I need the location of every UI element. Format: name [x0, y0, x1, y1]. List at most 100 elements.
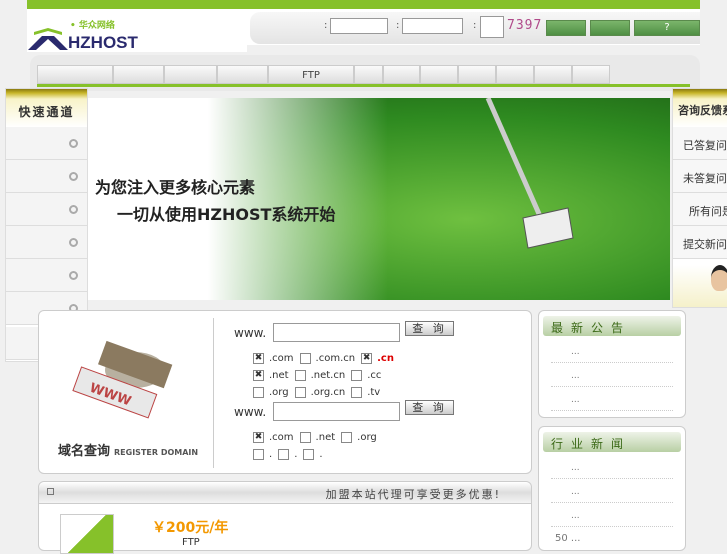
tld-checkbox[interactable]: ✖: [361, 352, 373, 364]
tld-label: .: [319, 448, 323, 460]
notice-item[interactable]: ...: [551, 387, 673, 411]
news-item[interactable]: ...: [551, 455, 673, 479]
promo-price: ￥200元/年: [152, 520, 229, 536]
circle-icon: [69, 271, 78, 280]
tld-checkbox[interactable]: ✖: [253, 352, 264, 364]
tld-checkbox[interactable]: [253, 386, 264, 398]
quick-link[interactable]: [6, 259, 87, 292]
nav-item[interactable]: [164, 65, 217, 84]
nav-item[interactable]: [496, 65, 534, 84]
login-button[interactable]: [546, 20, 586, 36]
tld-checkbox[interactable]: [294, 386, 306, 398]
banner-line2: 一切从使用HZHOST系统开始: [117, 205, 336, 224]
banner[interactable]: [88, 98, 670, 300]
nav-item[interactable]: [354, 65, 383, 84]
tld-checkbox[interactable]: [299, 431, 311, 443]
feedback-title: 咨询反馈系: [673, 89, 727, 127]
feedback-link[interactable]: 已答复问: [673, 127, 727, 160]
tld-checkbox[interactable]: ✖: [253, 431, 264, 443]
circle-icon: [69, 139, 78, 148]
tld-checkbox[interactable]: [351, 369, 363, 381]
feedback-link[interactable]: 提交新问: [673, 226, 727, 259]
captcha-image[interactable]: 7397: [507, 18, 542, 33]
password-input[interactable]: [402, 18, 463, 34]
quick-links-title: 快速通道: [6, 89, 87, 127]
nav-item[interactable]: [534, 65, 572, 84]
feedback-panel: 咨询反馈系 已答复问 未答复问 所有问是 提交新问: [672, 88, 727, 308]
quick-link[interactable]: [6, 127, 87, 160]
news-item[interactable]: 50 ...: [551, 525, 673, 549]
main-nav: FTP: [37, 65, 690, 87]
query-button-1[interactable]: 查 询: [405, 321, 454, 336]
username-label: :: [324, 20, 328, 31]
tld-checkbox[interactable]: ✖: [253, 369, 264, 381]
nav-item[interactable]: [113, 65, 164, 84]
news-item[interactable]: ...: [551, 479, 673, 503]
quick-link[interactable]: [6, 226, 87, 259]
quick-link[interactable]: [6, 160, 87, 193]
divider: [213, 318, 214, 468]
notices-title: 最新公告: [543, 316, 681, 336]
tld-row: .org .org.cn .tv: [253, 385, 400, 399]
news-item[interactable]: ...: [551, 503, 673, 527]
tld-row: ✖ .net .net.cn .cc: [253, 368, 400, 382]
query-button-2[interactable]: 查 询: [405, 400, 454, 415]
logo-text[interactable]: HZHOST: [68, 33, 138, 53]
promo-product[interactable]: FTP: [182, 537, 200, 548]
tld-label: .org: [357, 431, 377, 443]
nav-item[interactable]: [37, 65, 113, 84]
logo-icon[interactable]: [28, 28, 68, 50]
tld-checkbox[interactable]: [253, 448, 264, 460]
tld-checkbox[interactable]: [294, 369, 306, 381]
tld-label: .com: [269, 352, 294, 364]
tld-row: ✖ .com .com.cn ✖ .cn: [253, 351, 400, 365]
product-box-image[interactable]: [60, 514, 114, 554]
tld-label: .tv: [367, 386, 381, 398]
www-label: www.: [234, 405, 267, 419]
support-avatar: [673, 265, 727, 307]
tld-label: .cn: [377, 352, 394, 364]
feedback-link[interactable]: 未答复问: [673, 160, 727, 193]
tld-label: .: [294, 448, 298, 460]
promo-header: 加盟本站代理可享受更多优惠!: [39, 482, 531, 504]
tld-label: .net.cn: [310, 369, 346, 381]
tld-checkbox[interactable]: [303, 448, 315, 460]
quick-link[interactable]: [6, 193, 87, 226]
tld-label: .org: [269, 386, 289, 398]
username-input[interactable]: [330, 18, 388, 34]
nav-item-ftp[interactable]: FTP: [268, 65, 354, 84]
logo-cn-text: • 华众网络: [70, 21, 115, 31]
golf-putter-image: [485, 98, 574, 249]
tld-checkbox[interactable]: [278, 448, 290, 460]
notice-item[interactable]: ...: [551, 363, 673, 387]
tld-label: .: [269, 448, 273, 460]
tld-checkbox[interactable]: [341, 431, 353, 443]
domain-title: 域名查询 REGISTER DOMAIN: [58, 440, 198, 459]
banner-line1: 为您注入更多核心元素: [95, 178, 256, 197]
tld-label: .net: [315, 431, 336, 443]
nav-item[interactable]: [572, 65, 610, 84]
register-button[interactable]: [590, 20, 630, 36]
circle-icon: [69, 238, 78, 247]
tld-group-1: ✖ .com .com.cn ✖ .cn ✖ .net .net.cn .cc .org .org.…: [253, 351, 400, 402]
domain-input-2[interactable]: [273, 402, 400, 421]
circle-icon: [69, 205, 78, 214]
nav-item[interactable]: [420, 65, 458, 84]
forgot-password-button[interactable]: ?: [634, 20, 700, 36]
captcha-label: :: [473, 20, 477, 31]
tld-row: ...: [253, 447, 383, 461]
captcha-input[interactable]: [480, 16, 504, 38]
domain-input-1[interactable]: [273, 323, 400, 342]
feedback-link[interactable]: 所有问是: [673, 193, 727, 226]
tld-label: .org.cn: [310, 386, 346, 398]
notice-item[interactable]: ...: [551, 339, 673, 363]
nav-item[interactable]: [458, 65, 496, 84]
tld-checkbox[interactable]: [351, 386, 363, 398]
nav-item[interactable]: [217, 65, 268, 84]
top-bar: [27, 0, 700, 9]
tld-label: .com: [269, 431, 294, 443]
nav-item[interactable]: [383, 65, 420, 84]
circle-icon: [69, 172, 78, 181]
tld-checkbox[interactable]: [299, 352, 311, 364]
news-title: 行业新闻: [543, 432, 681, 452]
